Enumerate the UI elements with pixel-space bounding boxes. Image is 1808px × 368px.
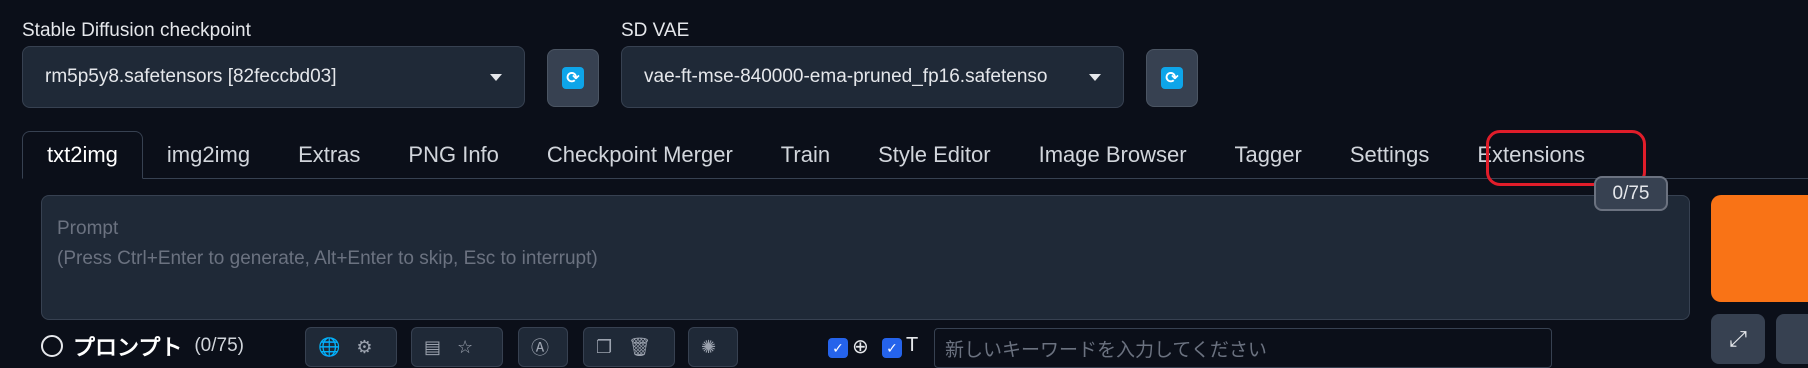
tab-checkpoint-merger[interactable]: Checkpoint Merger bbox=[523, 131, 757, 179]
vae-label: SD VAE bbox=[621, 20, 690, 41]
refresh-icon: ⟳ bbox=[1161, 67, 1183, 89]
toolgroup-3: Ⓐ bbox=[518, 327, 568, 367]
translate-icon[interactable]: Ⓐ bbox=[531, 334, 549, 360]
chevron-down-icon bbox=[1089, 73, 1101, 81]
history-icon: ⊕ bbox=[852, 336, 869, 358]
checkpoint-label: Stable Diffusion checkpoint bbox=[22, 20, 251, 41]
prompt-helper-count: (0/75) bbox=[194, 335, 244, 356]
tab-settings[interactable]: Settings bbox=[1326, 131, 1454, 179]
toolgroup-1: 🌐 ⚙ bbox=[305, 327, 397, 367]
keyword-input[interactable]: 新しいキーワードを入力してください bbox=[934, 328, 1552, 368]
toolgroup-5: ✺ bbox=[688, 327, 738, 367]
resize-button[interactable]: ⤢ bbox=[1711, 314, 1765, 364]
star-icon[interactable]: ☆ bbox=[457, 337, 473, 358]
generate-button[interactable] bbox=[1711, 195, 1808, 302]
gear-icon[interactable]: ⚙ bbox=[356, 337, 372, 358]
toolgroup-2: ▤ ☆ bbox=[411, 327, 503, 367]
resize-icon: ⤢ bbox=[1729, 326, 1747, 351]
tab-train[interactable]: Train bbox=[757, 131, 854, 179]
vae-refresh-button[interactable]: ⟳ bbox=[1146, 49, 1198, 107]
tab-txt2img[interactable]: txt2img bbox=[22, 131, 143, 179]
prompt-placeholder-title: Prompt bbox=[57, 218, 119, 239]
checkpoint-refresh-button[interactable]: ⟳ bbox=[547, 49, 599, 107]
checkpoint-dropdown[interactable]: rm5p5y8.safetensors [82feccbd03] bbox=[22, 46, 525, 108]
token-counter: 0/75 bbox=[1594, 176, 1668, 211]
prompt-placeholder-hint: (Press Ctrl+Enter to generate, Alt+Enter… bbox=[57, 248, 598, 269]
text-icon: T bbox=[906, 334, 919, 356]
tab-png-info[interactable]: PNG Info bbox=[384, 131, 522, 179]
vae-dropdown[interactable]: vae-ft-mse-840000-ema-pruned_fp16.safete… bbox=[621, 46, 1124, 108]
vae-value: vae-ft-mse-840000-ema-pruned_fp16.safete… bbox=[644, 66, 1048, 87]
tab-tagger[interactable]: Tagger bbox=[1211, 131, 1326, 179]
tab-img2img[interactable]: img2img bbox=[143, 131, 274, 179]
extra-tool-button[interactable] bbox=[1776, 314, 1808, 364]
checkpoint-value: rm5p5y8.safetensors [82feccbd03] bbox=[45, 66, 337, 87]
trash-icon[interactable]: 🗑 bbox=[628, 337, 651, 358]
prompt-helper-title: プロンプト bbox=[73, 335, 183, 360]
prompt-helper-header[interactable]: プロンプト (0/75) bbox=[41, 326, 244, 366]
tab-image-browser[interactable]: Image Browser bbox=[1015, 131, 1211, 179]
main-tabs: txt2img img2img Extras PNG Info Checkpoi… bbox=[22, 131, 1609, 179]
copy-icon[interactable]: ❐ bbox=[596, 337, 612, 358]
tab-extras[interactable]: Extras bbox=[274, 131, 384, 179]
clipboard-icon[interactable]: ▤ bbox=[424, 337, 441, 358]
collapse-icon bbox=[41, 335, 63, 357]
checkbox-2[interactable]: ✓ bbox=[882, 338, 902, 358]
refresh-icon: ⟳ bbox=[562, 67, 584, 89]
openai-icon[interactable]: ✺ bbox=[701, 337, 716, 358]
toolgroup-4: ❐ 🗑 bbox=[583, 327, 675, 367]
globe-icon[interactable]: 🌐 bbox=[318, 337, 340, 358]
checkbox-1[interactable]: ✓ bbox=[828, 338, 848, 358]
tab-style-editor[interactable]: Style Editor bbox=[854, 131, 1015, 179]
prompt-textarea[interactable]: Prompt (Press Ctrl+Enter to generate, Al… bbox=[41, 195, 1690, 320]
chevron-down-icon bbox=[490, 73, 502, 81]
